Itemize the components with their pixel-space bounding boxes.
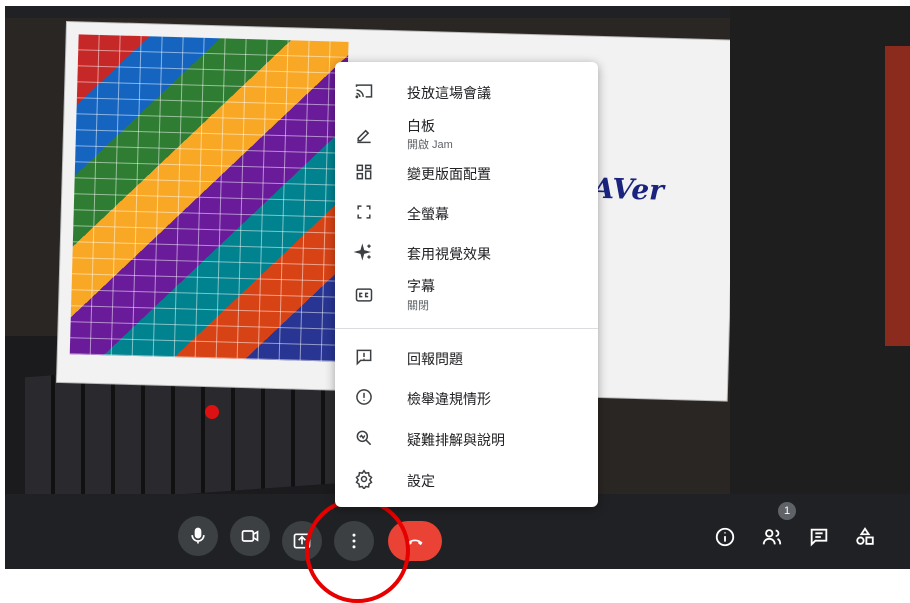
camera-icon — [241, 530, 259, 542]
cast-icon — [353, 80, 375, 102]
menu-item-label: 回報問題 — [407, 351, 463, 367]
more-vert-icon — [352, 533, 356, 549]
troubleshoot-icon — [353, 427, 375, 449]
menu-item-whiteboard[interactable]: 白板 開啟 Jam — [335, 112, 598, 156]
trackpoint — [205, 405, 219, 419]
menu-item-report-abuse[interactable]: 檢舉違規情形 — [335, 378, 598, 416]
participants-button[interactable] — [758, 523, 786, 551]
report-abuse-icon — [353, 386, 375, 408]
menu-item-label: 變更版面配置 — [407, 166, 491, 182]
layout-icon — [353, 161, 375, 183]
menu-item-label: 套用視覺效果 — [407, 246, 491, 262]
more-options-button[interactable] — [334, 521, 374, 561]
report-problem-icon — [353, 346, 375, 368]
menu-divider — [335, 328, 598, 329]
menu-item-troubleshoot[interactable]: 疑難排解與說明 — [335, 419, 598, 457]
menu-item-sublabel: 關閉 — [407, 300, 429, 312]
mic-button[interactable] — [178, 516, 218, 556]
present-icon — [293, 533, 311, 549]
menu-item-sublabel: 開啟 Jam — [407, 139, 453, 151]
aver-logo: AVer — [592, 171, 665, 207]
menu-item-change-layout[interactable]: 變更版面配置 — [335, 153, 598, 191]
mic-icon — [191, 527, 205, 544]
gear-icon — [353, 468, 375, 490]
menu-item-cast[interactable]: 投放這場會議 — [335, 72, 598, 110]
shapes-icon — [856, 527, 874, 545]
menu-item-report-problem[interactable]: 回報問題 — [335, 338, 598, 376]
pen-icon — [353, 123, 375, 145]
more-options-menu: 投放這場會議 白板 開啟 Jam 變更版面配置 全螢幕 套用視覺效果 字幕 關閉… — [335, 62, 598, 507]
activities-button[interactable] — [851, 523, 879, 551]
meeting-info-button[interactable] — [711, 523, 739, 551]
info-icon — [715, 527, 735, 547]
present-button[interactable] — [282, 521, 322, 561]
menu-item-label: 白板 — [407, 118, 435, 134]
participants-count-badge: 1 — [778, 502, 796, 520]
fullscreen-icon — [353, 201, 375, 223]
video-red-region — [885, 46, 910, 346]
people-icon — [762, 529, 782, 545]
menu-item-label: 疑難排解與說明 — [407, 432, 505, 448]
menu-item-label: 全螢幕 — [407, 206, 449, 222]
chat-icon — [810, 528, 828, 547]
video-dark-region — [730, 6, 910, 494]
menu-item-label: 檢舉違規情形 — [407, 391, 491, 407]
captions-icon — [353, 284, 375, 306]
menu-item-captions[interactable]: 字幕 關閉 — [335, 272, 598, 318]
menu-item-settings[interactable]: 設定 — [335, 460, 598, 498]
sparkle-icon — [353, 241, 375, 263]
hangup-icon — [407, 539, 423, 546]
menu-item-label: 設定 — [407, 473, 435, 489]
menu-item-label: 投放這場會議 — [407, 85, 491, 101]
leave-call-button[interactable] — [388, 521, 442, 561]
camera-button[interactable] — [230, 516, 270, 556]
flags-grid — [69, 34, 349, 362]
chat-button[interactable] — [805, 523, 833, 551]
menu-item-visual-effects[interactable]: 套用視覺效果 — [335, 233, 598, 271]
menu-item-label: 字幕 — [407, 278, 435, 294]
menu-item-fullscreen[interactable]: 全螢幕 — [335, 193, 598, 231]
